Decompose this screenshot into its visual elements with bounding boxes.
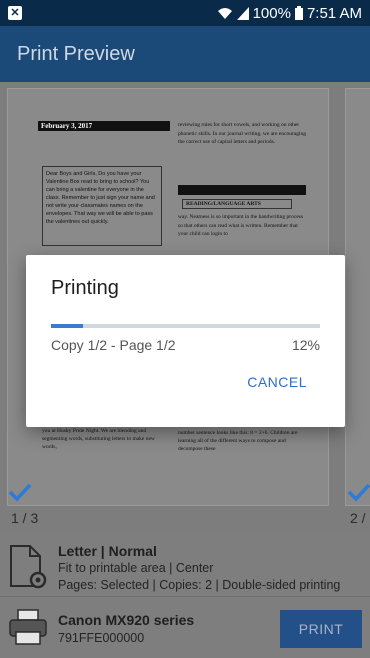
section-heading: READING/LANGUAGE ARTS — [182, 199, 292, 209]
progress-fill — [51, 324, 84, 328]
printer-name[interactable]: Canon MX920 series — [58, 612, 194, 628]
printer-icon — [9, 609, 47, 645]
paper-setting[interactable]: Letter | Normal — [58, 543, 157, 559]
printer-id: 791FFE000000 — [58, 631, 145, 645]
divider — [0, 596, 370, 597]
page-1-check-icon[interactable] — [8, 482, 32, 502]
cancel-button[interactable]: CANCEL — [247, 374, 307, 390]
page-counter: 1 / 3 — [11, 510, 39, 526]
progress-status: Copy 1/2 - Page 1/2 — [51, 337, 176, 353]
battery-percent: 100% — [252, 4, 291, 22]
wifi-icon — [217, 8, 232, 19]
printing-dialog: Printing Copy 1/2 - Page 1/2 12% CANCEL — [26, 255, 345, 427]
print-settings: Letter | Normal Fit to printable area | … — [0, 532, 370, 658]
app-bar: Print Preview — [0, 26, 370, 82]
bottom-right-text: number sentence looks like this: 8 = 2+6… — [178, 430, 298, 452]
date-header: February 3, 2017 — [38, 121, 170, 131]
fit-setting[interactable]: Fit to printable area | Center — [58, 561, 213, 575]
battery-icon — [294, 6, 303, 20]
page-counter-2: 2 / — [350, 510, 366, 526]
page-2-check-icon[interactable] — [347, 482, 370, 502]
dialog-title: Printing — [51, 277, 119, 299]
close-notification-icon: ✕ — [8, 6, 22, 20]
pages-setting[interactable]: Pages: Selected | Copies: 2 | Double-sid… — [58, 578, 340, 592]
document-settings-icon[interactable] — [8, 544, 48, 590]
clock: 7:51 AM — [306, 4, 362, 22]
right-column-text: reviewing rules for short vowels, and wo… — [178, 122, 306, 145]
right-column-text-2: way. Neatness is so important in the han… — [178, 214, 304, 237]
page-preview-2[interactable] — [345, 88, 370, 506]
progress-percent: 12% — [291, 337, 320, 353]
progress-bar — [51, 324, 320, 328]
app-title: Print Preview — [17, 42, 135, 65]
print-button[interactable]: PRINT — [280, 610, 362, 648]
header-bar — [178, 185, 306, 195]
signal-icon — [236, 6, 249, 20]
letter-box: Dear Boys and Girls, Do you have your Va… — [42, 166, 162, 246]
status-bar: ✕ 100% 7:51 AM — [0, 0, 370, 26]
